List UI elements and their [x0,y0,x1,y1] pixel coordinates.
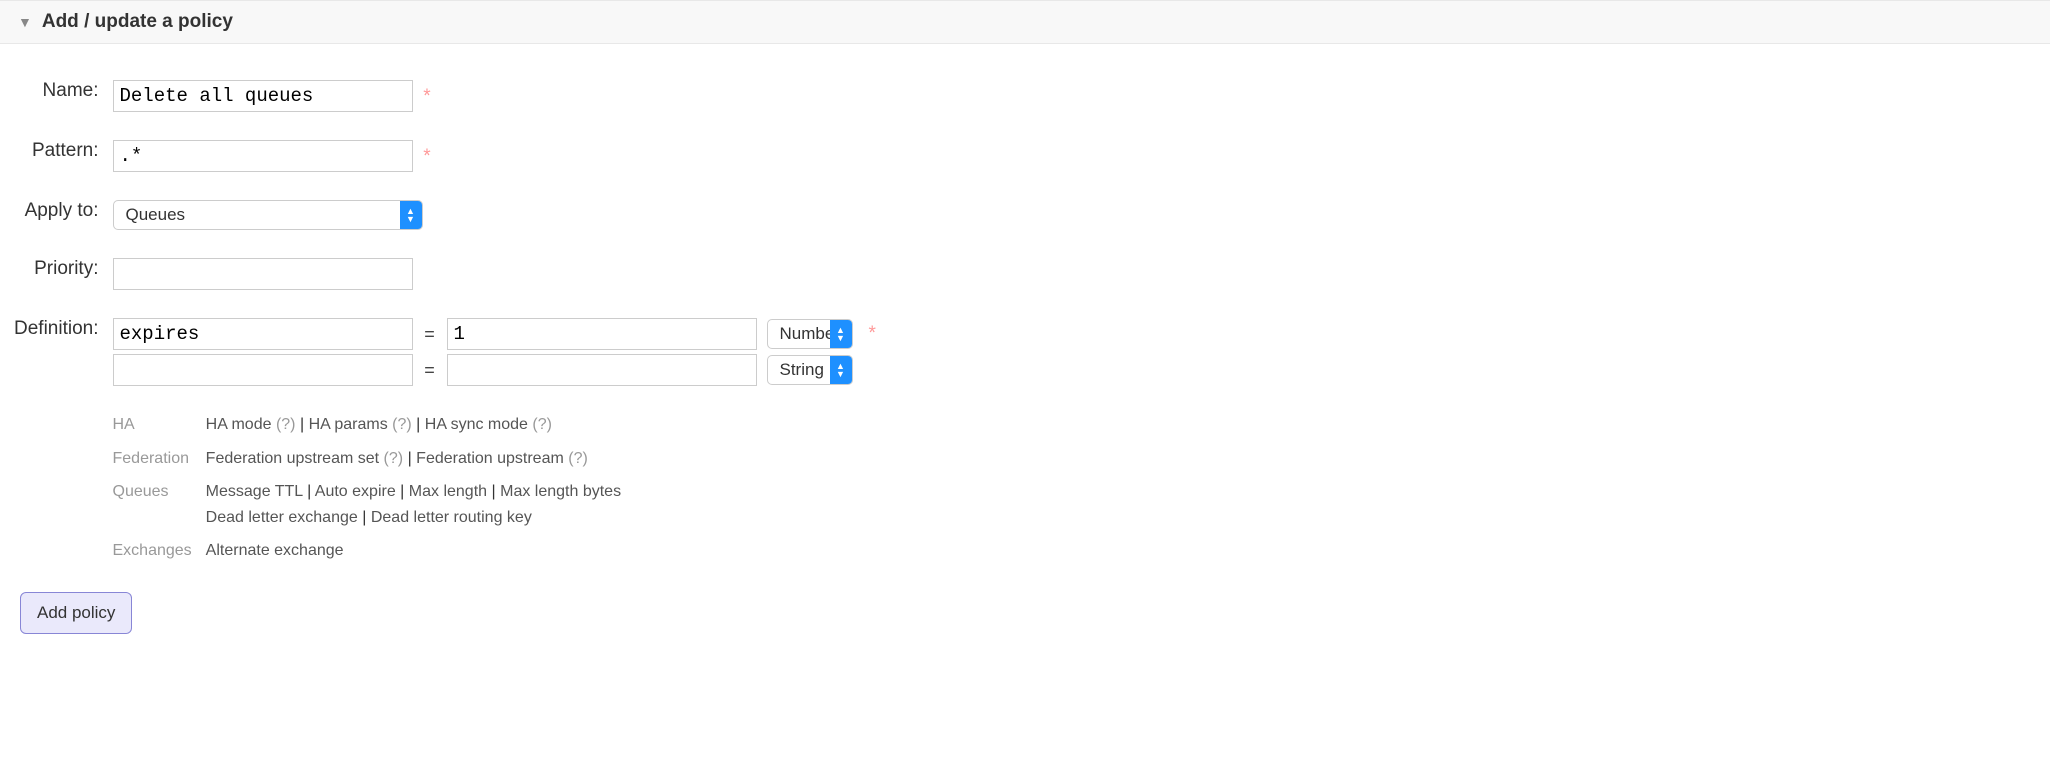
definition-type-select[interactable]: Numbe ▲▼ [767,319,853,349]
label-definition: Definition: [10,314,109,572]
select-arrows-icon: ▲▼ [400,201,422,229]
hint-dead-letter-exchange[interactable]: Dead letter exchange [206,509,358,526]
equals-sign: = [423,324,437,345]
definition-type-value: String [768,356,830,384]
hint-federation-upstream[interactable]: Federation upstream [416,450,564,467]
priority-input[interactable] [113,258,413,290]
hint-max-length[interactable]: Max length [409,483,487,500]
policy-form: Name: * Pattern: * Apply to: Queues ▲▼ [0,44,2050,664]
hint-max-length-bytes[interactable]: Max length bytes [500,483,621,500]
definition-type-value: Numbe [768,320,830,348]
definition-type-select[interactable]: String ▲▼ [767,355,853,385]
label-apply-to: Apply to: [10,196,109,254]
select-arrows-icon: ▲▼ [830,356,852,384]
add-policy-button[interactable]: Add policy [20,592,132,634]
hint-category-federation: Federation [113,442,206,476]
hint-ha-mode[interactable]: HA mode [206,416,272,433]
name-input[interactable] [113,80,413,112]
mandatory-mark: * [417,146,430,167]
label-name: Name: [10,76,109,136]
definition-key-input[interactable] [113,354,413,386]
help-icon[interactable]: (?) [276,416,296,433]
mandatory-mark: * [417,86,430,107]
hint-alternate-exchange[interactable]: Alternate exchange [206,542,344,559]
hint-category-ha: HA [113,408,206,442]
mandatory-mark: * [863,323,876,345]
definition-value-input[interactable] [447,354,757,386]
chevron-down-icon: ▼ [18,15,32,29]
label-pattern: Pattern: [10,136,109,196]
hint-category-queues: Queues [113,475,206,534]
help-icon[interactable]: (?) [384,450,404,467]
definition-value-input[interactable] [447,318,757,350]
apply-to-selected-value: Queues [114,201,400,229]
hint-dead-letter-routing-key[interactable]: Dead letter routing key [371,509,532,526]
definition-key-input[interactable] [113,318,413,350]
help-icon[interactable]: (?) [392,416,412,433]
help-icon[interactable]: (?) [568,450,588,467]
equals-sign: = [423,360,437,381]
select-arrows-icon: ▲▼ [830,320,852,348]
hint-ha-params[interactable]: HA params [309,416,388,433]
hint-federation-upstream-set[interactable]: Federation upstream set [206,450,379,467]
label-priority: Priority: [10,254,109,314]
definition-row: = Numbe ▲▼ * [113,318,876,350]
apply-to-select[interactable]: Queues ▲▼ [113,200,423,230]
section-title: Add / update a policy [42,11,233,33]
definition-row: = String ▲▼ [113,354,876,386]
hint-ha-sync-mode[interactable]: HA sync mode [425,416,528,433]
hint-auto-expire[interactable]: Auto expire [315,483,396,500]
hint-category-exchanges: Exchanges [113,534,206,568]
hint-message-ttl[interactable]: Message TTL [206,483,303,500]
definition-hints: HA HA mode (?) | HA params (?) | HA sync… [113,408,636,568]
pattern-input[interactable] [113,140,413,172]
section-header-add-update-policy[interactable]: ▼ Add / update a policy [0,0,2050,44]
help-icon[interactable]: (?) [532,416,552,433]
